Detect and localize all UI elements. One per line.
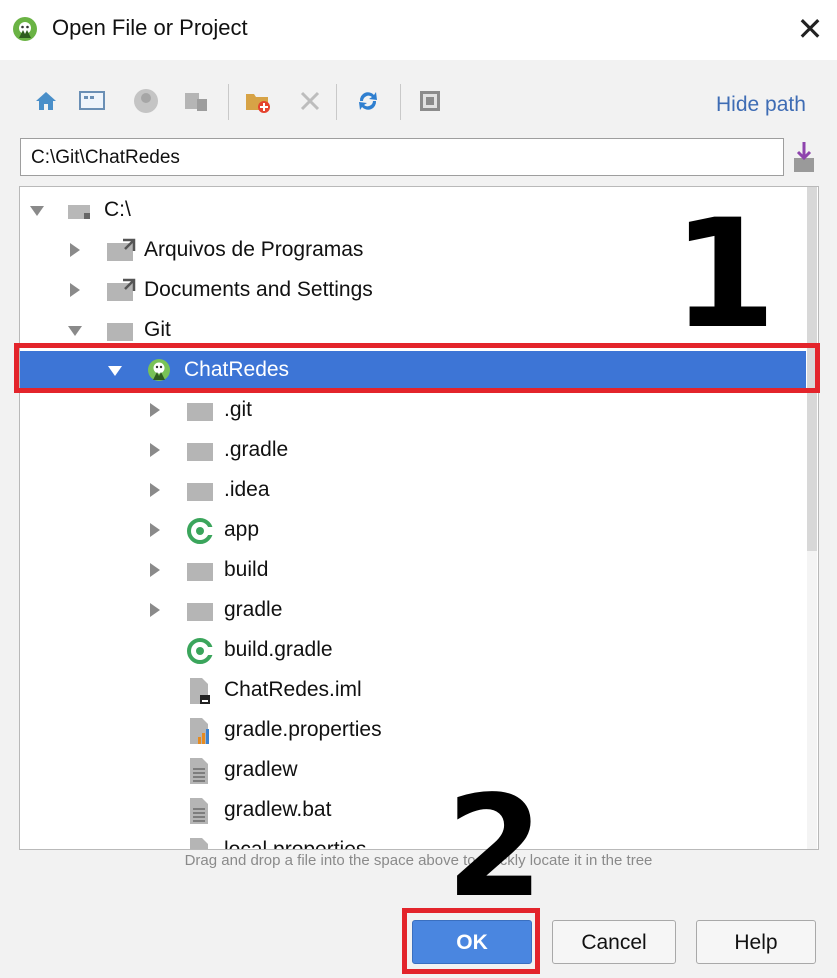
text-file-icon: [190, 798, 208, 824]
help-button[interactable]: Help: [696, 920, 816, 964]
expand-arrow-icon[interactable]: [150, 483, 160, 497]
tree-item-label: gradlew: [224, 758, 298, 781]
tree-item-label: .gradle: [224, 438, 289, 461]
close-button[interactable]: ✕: [790, 10, 830, 50]
tree-item-label: app: [224, 518, 260, 541]
toolbar-separator: [228, 84, 229, 120]
tree-item-gradle[interactable]: gradle: [20, 591, 806, 631]
tree-item-label: ChatRedes: [184, 358, 290, 381]
tree-item-label: .idea: [224, 478, 270, 501]
expand-arrow-icon[interactable]: [150, 563, 160, 577]
refresh-icon[interactable]: [354, 86, 382, 116]
text-file-icon: [190, 758, 208, 784]
drive-icon: [68, 205, 90, 219]
properties-file-icon: [190, 718, 209, 744]
folder-icon: [107, 323, 133, 341]
properties-file-icon: [190, 838, 208, 849]
drag-drop-hint: Drag and drop a file into the space abov…: [184, 852, 653, 869]
tree-item-build[interactable]: build: [20, 551, 806, 591]
tree-item-label: C:\: [104, 198, 131, 221]
toolbar-separator: [400, 84, 401, 120]
tree-item-label: .git: [224, 398, 253, 421]
expand-arrow-icon[interactable]: [150, 603, 160, 617]
folder-link-icon: [107, 278, 136, 301]
desktop-icon[interactable]: [78, 86, 106, 116]
user-icon[interactable]: [132, 86, 160, 116]
tree-item-app[interactable]: app: [20, 511, 806, 551]
tree-scrollbar[interactable]: [807, 187, 817, 849]
expand-arrow-icon[interactable]: [70, 243, 80, 257]
toolbar: [30, 80, 820, 126]
annotation-step-1: 1: [672, 188, 777, 362]
tree-item-label: Git: [144, 318, 171, 341]
window-title: Open File or Project: [52, 15, 248, 40]
folder-link-icon: [107, 238, 136, 261]
cancel-button[interactable]: Cancel: [552, 920, 676, 964]
tree-item-local-properties[interactable]: local.properties: [20, 831, 806, 850]
home-icon[interactable]: [32, 86, 60, 116]
path-input[interactable]: C:\Git\ChatRedes: [20, 138, 784, 176]
folder-icon: [187, 403, 213, 421]
tree-item-build-gradle[interactable]: build.gradle: [20, 631, 806, 671]
new-folder-icon[interactable]: [244, 86, 272, 116]
tree-item-dot-git[interactable]: .git: [20, 391, 806, 431]
delete-icon[interactable]: [296, 86, 324, 116]
folder-icon: [187, 443, 213, 461]
tree-item-label: build: [224, 558, 269, 581]
module-icon[interactable]: [182, 86, 210, 116]
tree-item-label: ChatRedes.iml: [224, 678, 362, 701]
folder-icon: [187, 563, 213, 581]
tree-item-gradlew-bat[interactable]: gradlew.bat: [20, 791, 806, 831]
tree-item-dot-gradle[interactable]: .gradle: [20, 431, 806, 471]
hide-path-link[interactable]: Hide path: [716, 93, 806, 117]
tree-item-chatredes-iml[interactable]: ChatRedes.iml: [20, 671, 806, 711]
tree-item-gradlew[interactable]: gradlew: [20, 751, 806, 791]
title-bar: Open File or Project ✕: [0, 0, 837, 60]
collapse-arrow-icon[interactable]: [68, 326, 82, 336]
tree-item-label: Documents and Settings: [144, 278, 373, 301]
expand-arrow-icon[interactable]: [150, 403, 160, 417]
expand-arrow-icon[interactable]: [150, 523, 160, 537]
tree-item-label: Arquivos de Programas: [144, 238, 364, 261]
annotation-step-2: 2: [446, 766, 544, 929]
gradle-file-icon: [187, 638, 214, 664]
tree-item-dot-idea[interactable]: .idea: [20, 471, 806, 511]
scrollbar-thumb[interactable]: [807, 187, 817, 551]
tree-item-label: gradle: [224, 598, 283, 621]
folder-icon: [187, 603, 213, 621]
show-hidden-icon[interactable]: [416, 86, 444, 116]
tree-item-label: build.gradle: [224, 638, 333, 661]
path-history-icon[interactable]: [792, 140, 816, 174]
collapse-arrow-icon[interactable]: [108, 366, 122, 376]
tree-item-gradle-properties[interactable]: gradle.properties: [20, 711, 806, 751]
tree-item-label: gradle.properties: [224, 718, 382, 741]
android-studio-logo-icon: [13, 17, 37, 41]
collapse-arrow-icon[interactable]: [30, 206, 44, 216]
tree-item-label: gradlew.bat: [224, 798, 332, 821]
folder-icon: [187, 483, 213, 501]
tree-item-label: local.properties: [224, 838, 367, 850]
iml-file-icon: [190, 678, 210, 704]
android-module-icon: [187, 518, 214, 544]
expand-arrow-icon[interactable]: [70, 283, 80, 297]
expand-arrow-icon[interactable]: [150, 443, 160, 457]
toolbar-separator: [336, 84, 337, 120]
android-project-icon: [148, 359, 170, 381]
